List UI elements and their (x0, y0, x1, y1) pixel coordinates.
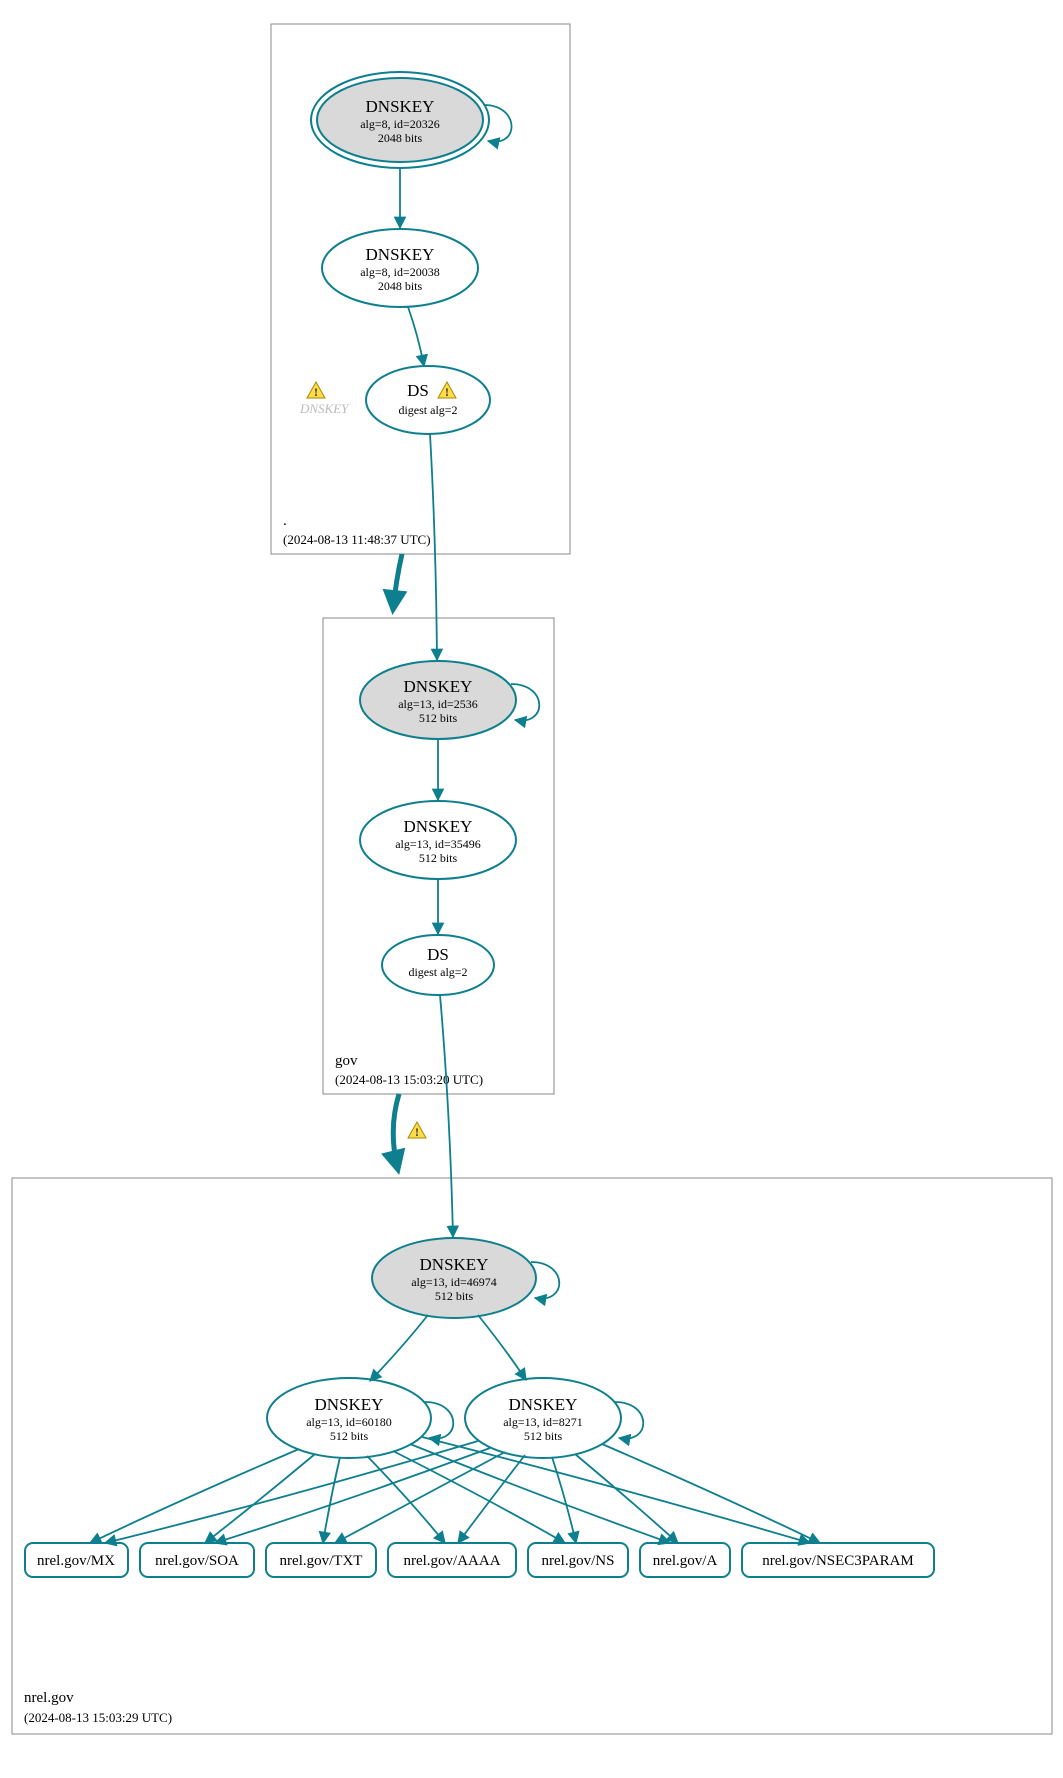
svg-text:DNSKEY: DNSKEY (315, 1395, 384, 1414)
zone-gov-timestamp: (2024-08-13 15:03:20 UTC) (335, 1072, 483, 1087)
zone-gov-label: gov (335, 1053, 358, 1069)
svg-text:512 bits: 512 bits (435, 1289, 474, 1303)
rrset-ns[interactable]: nrel.gov/NS (528, 1543, 628, 1577)
edge-nrel-ksk-zsk2 (478, 1315, 526, 1380)
zone-root-timestamp: (2024-08-13 11:48:37 UTC) (283, 532, 431, 547)
node-nrel-zsk1[interactable]: DNSKEY alg=13, id=60180 512 bits (267, 1378, 431, 1458)
svg-text:DNSKEY: DNSKEY (509, 1395, 578, 1414)
rrset-a[interactable]: nrel.gov/A (640, 1543, 730, 1577)
edge-root-to-gov (393, 554, 402, 610)
zone-nrel-label: nrel.gov (24, 1690, 74, 1706)
svg-text:alg=13, id=46974: alg=13, id=46974 (411, 1275, 497, 1289)
warning-icon: ! (408, 1122, 426, 1139)
node-nrel-zsk2[interactable]: DNSKEY alg=13, id=8271 512 bits (465, 1378, 621, 1458)
svg-text:nrel.gov/TXT: nrel.gov/TXT (280, 1553, 363, 1569)
svg-text:alg=13, id=2536: alg=13, id=2536 (398, 697, 478, 711)
svg-text:2048 bits: 2048 bits (378, 279, 423, 293)
svg-text:alg=13, id=60180: alg=13, id=60180 (306, 1415, 392, 1429)
svg-text:alg=8, id=20326: alg=8, id=20326 (360, 117, 440, 131)
edge-nrel-ksk-zsk1 (370, 1315, 428, 1381)
svg-text:digest alg=2: digest alg=2 (408, 965, 467, 979)
node-root-zsk[interactable]: DNSKEY alg=8, id=20038 2048 bits (322, 229, 478, 307)
svg-text:!: ! (314, 385, 318, 399)
node-root-ksk[interactable]: DNSKEY alg=8, id=20326 2048 bits (311, 72, 489, 168)
svg-text:alg=13, id=8271: alg=13, id=8271 (503, 1415, 583, 1429)
svg-text:DNSKEY: DNSKEY (420, 1255, 489, 1274)
svg-text:!: ! (415, 1125, 419, 1139)
svg-text:512 bits: 512 bits (419, 711, 458, 725)
faded-dnskey: DNSKEY ! (299, 382, 350, 416)
svg-text:DS: DS (427, 945, 449, 964)
zone-root-label: . (283, 513, 287, 529)
edge-root-ds-gov-ksk (430, 434, 437, 660)
svg-text:DNSKEY: DNSKEY (299, 401, 350, 416)
svg-text:nrel.gov/AAAA: nrel.gov/AAAA (403, 1553, 500, 1569)
rrset-soa[interactable]: nrel.gov/SOA (140, 1543, 254, 1577)
svg-text:nrel.gov/NSEC3PARAM: nrel.gov/NSEC3PARAM (762, 1553, 914, 1569)
svg-text:alg=8, id=20038: alg=8, id=20038 (360, 265, 440, 279)
edge-gov-to-nrel (393, 1094, 399, 1170)
dnssec-graph: . (2024-08-13 11:48:37 UTC) DNSKEY alg=8… (0, 0, 1063, 1778)
svg-text:alg=13, id=35496: alg=13, id=35496 (395, 837, 481, 851)
svg-text:nrel.gov/MX: nrel.gov/MX (37, 1553, 115, 1569)
svg-text:nrel.gov/A: nrel.gov/A (653, 1553, 718, 1569)
edge-gov-ds-nrel-ksk (440, 995, 453, 1237)
svg-text:512 bits: 512 bits (330, 1429, 369, 1443)
svg-text:2048 bits: 2048 bits (378, 131, 423, 145)
node-gov-zsk[interactable]: DNSKEY alg=13, id=35496 512 bits (360, 801, 516, 879)
rrset-aaaa[interactable]: nrel.gov/AAAA (388, 1543, 516, 1577)
svg-text:DNSKEY: DNSKEY (404, 677, 473, 696)
node-nrel-ksk[interactable]: DNSKEY alg=13, id=46974 512 bits (372, 1238, 536, 1318)
svg-text:DNSKEY: DNSKEY (404, 817, 473, 836)
node-gov-ds[interactable]: DS digest alg=2 (382, 935, 494, 995)
svg-text:DNSKEY: DNSKEY (366, 97, 435, 116)
svg-text:nrel.gov/NS: nrel.gov/NS (542, 1553, 615, 1569)
svg-text:digest alg=2: digest alg=2 (398, 403, 457, 417)
edge-root-zsk-ds (408, 307, 424, 366)
node-gov-ksk[interactable]: DNSKEY alg=13, id=2536 512 bits (360, 661, 516, 739)
rrset-mx[interactable]: nrel.gov/MX (25, 1543, 128, 1577)
rrset-row: nrel.gov/MX nrel.gov/SOA nrel.gov/TXT nr… (25, 1543, 934, 1577)
rrset-nsec3param[interactable]: nrel.gov/NSEC3PARAM (742, 1543, 934, 1577)
zone-nrel-timestamp: (2024-08-13 15:03:29 UTC) (24, 1710, 172, 1725)
svg-text:512 bits: 512 bits (419, 851, 458, 865)
svg-text:512 bits: 512 bits (524, 1429, 563, 1443)
svg-text:nrel.gov/SOA: nrel.gov/SOA (155, 1553, 239, 1569)
rrset-txt[interactable]: nrel.gov/TXT (266, 1543, 376, 1577)
warning-icon: ! (307, 382, 325, 399)
svg-text:!: ! (445, 385, 449, 399)
svg-text:DNSKEY: DNSKEY (366, 245, 435, 264)
svg-text:DS: DS (407, 381, 429, 400)
node-root-ds[interactable]: DS ! digest alg=2 (366, 366, 490, 434)
edges-to-rrsets (90, 1437, 820, 1543)
